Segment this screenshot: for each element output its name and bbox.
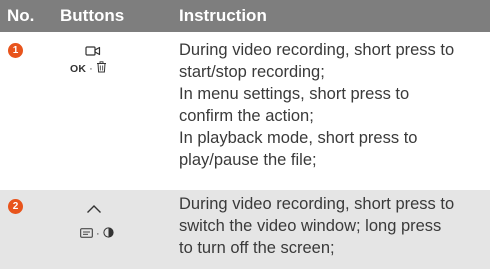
instruction-table: No. Buttons Instruction 1 OK · During vi… (0, 0, 490, 269)
screen-contrast-icon (103, 227, 114, 241)
trash-icon (96, 61, 107, 76)
row1-button-labels: OK · (70, 61, 107, 76)
row1-instruction: During video recording, short press to s… (179, 41, 455, 169)
chevron-up-icon (86, 201, 102, 219)
table-row: 1 OK · During video recording, short pre… (0, 32, 490, 188)
row-number-badge: 1 (8, 43, 23, 58)
header-instruction: Instruction (179, 6, 267, 25)
button-separator: · (89, 62, 93, 75)
table-header: No. Buttons Instruction (0, 0, 490, 32)
header-buttons: Buttons (60, 6, 125, 25)
row2-instruction: During video recording, short press to s… (179, 195, 455, 257)
row2-button-labels: · (80, 227, 114, 241)
button-separator: · (96, 228, 100, 240)
ok-label: OK (70, 62, 87, 75)
video-camera-icon (85, 44, 101, 62)
row-number-badge: 2 (8, 199, 23, 214)
table-row: 2 · During video recording, short press … (0, 190, 490, 269)
header-no: No. (7, 6, 35, 25)
window-icon (80, 227, 93, 241)
